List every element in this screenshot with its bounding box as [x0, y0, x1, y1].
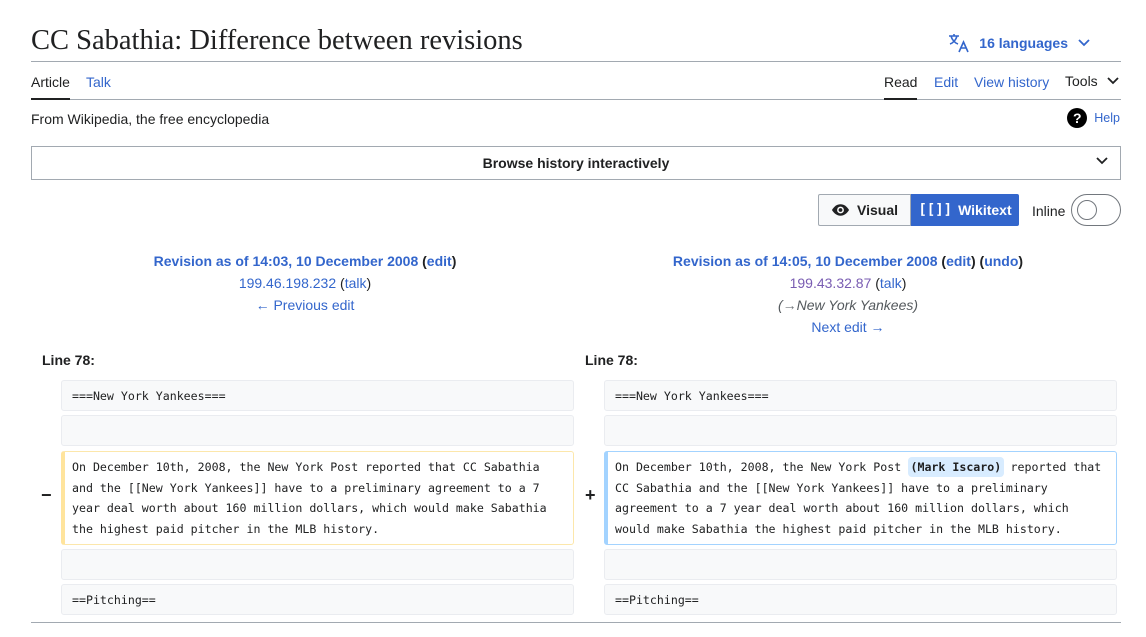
page-header: CC Sabathia: Difference between revision…	[31, 22, 1121, 62]
old-revision-edit-link[interactable]: edit	[427, 253, 452, 269]
new-revision-talk-link[interactable]: talk	[880, 275, 902, 291]
edit-summary: (→New York Yankees)	[777, 297, 919, 313]
left-context-blank	[61, 415, 574, 446]
old-revision-link[interactable]: Revision as of 14:03, 10 December 2008	[154, 253, 419, 269]
new-revision-user-row: 199.43.32.87 (talk)	[789, 275, 907, 291]
next-edit-link[interactable]: Next edit →	[811, 319, 884, 335]
toggle-knob	[1077, 200, 1097, 220]
help-label: Help	[1094, 111, 1120, 125]
tab-talk[interactable]: Talk	[86, 62, 111, 100]
help-link[interactable]: ? Help	[1067, 108, 1120, 128]
added-line-marker: +	[585, 485, 596, 505]
new-revision-nav-row: Next edit →	[588, 316, 1108, 338]
added-line: On December 10th, 2008, the New York Pos…	[604, 451, 1117, 545]
browse-history-label: Browse history interactively	[482, 155, 670, 171]
left-context-blank-2	[61, 549, 574, 580]
chevron-down-icon	[1107, 77, 1119, 85]
tools-menu[interactable]: Tools	[1065, 62, 1119, 100]
page-title: CC Sabathia: Difference between revision…	[31, 25, 523, 56]
old-revision-user-row: 199.46.198.232 (talk)	[238, 275, 372, 291]
chevron-down-icon	[1078, 39, 1090, 47]
left-context-heading: ===New York Yankees===	[61, 380, 574, 411]
added-text-before: On December 10th, 2008, the New York Pos…	[615, 460, 909, 474]
tab-read[interactable]: Read	[884, 62, 918, 100]
site-tagline: From Wikipedia, the free encyclopedia	[31, 111, 270, 127]
wikitext-label: Wikitext	[958, 202, 1012, 218]
left-context-footer: ==Pitching==	[61, 584, 574, 615]
old-revision-title-row: Revision as of 14:03, 10 December 2008 (…	[153, 253, 457, 269]
new-revision-header: Revision as of 14:05, 10 December 2008 (…	[588, 250, 1108, 338]
eye-icon	[831, 204, 850, 216]
previous-edit-link[interactable]: ← Previous edit	[256, 297, 355, 313]
help-icon: ?	[1067, 108, 1088, 128]
right-context-footer: ==Pitching==	[604, 584, 1117, 615]
old-revision-talk-link[interactable]: talk	[345, 275, 367, 291]
new-revision-title-row: Revision as of 14:05, 10 December 2008 (…	[672, 253, 1024, 269]
section-link-arrow[interactable]: →	[783, 297, 797, 313]
translate-icon	[949, 34, 970, 53]
deleted-line: On December 10th, 2008, the New York Pos…	[61, 451, 574, 545]
old-revision-user[interactable]: 199.46.198.232	[239, 275, 336, 291]
tab-edit[interactable]: Edit	[934, 62, 958, 100]
inline-toggle-label: Inline	[1032, 203, 1066, 219]
new-revision-edit-link[interactable]: edit	[946, 253, 971, 269]
old-revision-header: Revision as of 14:03, 10 December 2008 (…	[45, 250, 565, 316]
divider	[31, 622, 1121, 623]
deleted-line-marker: −	[41, 485, 52, 505]
visual-label: Visual	[857, 202, 898, 218]
visual-diff-button[interactable]: Visual	[818, 194, 911, 226]
inserted-text: (Mark Iscaro)	[908, 457, 1004, 477]
languages-button[interactable]: 16 languages	[948, 32, 1099, 54]
inline-toggle-switch[interactable]	[1071, 194, 1121, 226]
diff-type-toggle: Visual [[]] Wikitext	[818, 194, 1019, 226]
old-revision-nav-row: ← Previous edit	[45, 294, 565, 316]
right-line-number: Line 78:	[585, 352, 638, 368]
tab-view-history[interactable]: View history	[974, 62, 1049, 100]
new-revision-link[interactable]: Revision as of 14:05, 10 December 2008	[673, 253, 938, 269]
right-context-blank	[604, 415, 1117, 446]
right-context-heading: ===New York Yankees===	[604, 380, 1117, 411]
languages-label: 16 languages	[979, 35, 1068, 51]
new-revision-undo-link[interactable]: undo	[984, 253, 1018, 269]
left-line-number: Line 78:	[42, 352, 95, 368]
chevron-down-icon	[1096, 157, 1108, 165]
right-context-blank-2	[604, 549, 1117, 580]
new-revision-user[interactable]: 199.43.32.87	[790, 275, 872, 291]
edit-summary-section: New York Yankees	[796, 297, 914, 313]
wikitext-icon: [[]]	[918, 202, 953, 218]
tools-label: Tools	[1065, 73, 1098, 89]
page-tabs: Article Talk Read Edit View history Tool…	[31, 62, 1121, 100]
browse-history-toggle[interactable]: Browse history interactively	[31, 146, 1121, 180]
tab-article[interactable]: Article	[31, 62, 70, 100]
wikitext-diff-button[interactable]: [[]] Wikitext	[911, 194, 1019, 226]
